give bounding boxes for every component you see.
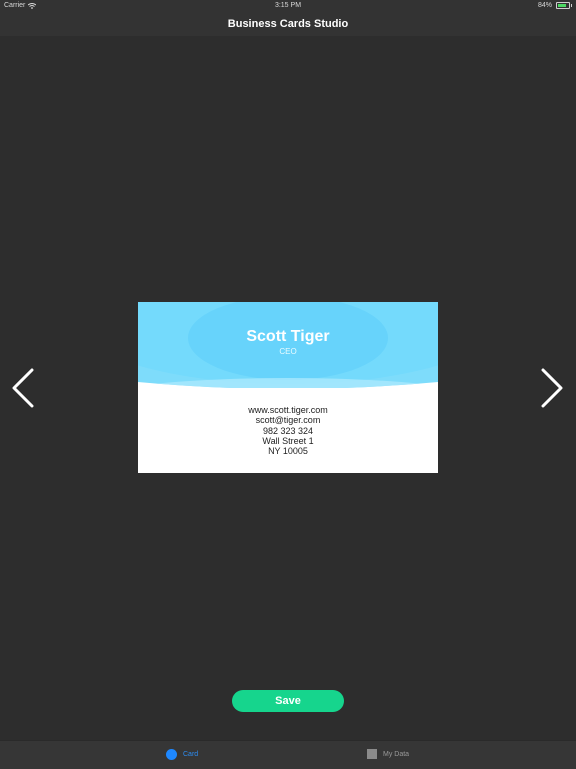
previous-card-button[interactable] bbox=[8, 368, 48, 408]
card-email: scott@tiger.com bbox=[255, 415, 321, 426]
tab-bar: Card My Data bbox=[0, 740, 576, 769]
circle-icon bbox=[166, 749, 177, 760]
card-city: NY 10005 bbox=[268, 446, 308, 457]
page-title: Business Cards Studio bbox=[227, 18, 349, 30]
chevron-left-icon bbox=[12, 368, 34, 408]
card-person-title: CEO bbox=[279, 347, 297, 356]
card-phone: 982 323 324 bbox=[262, 425, 314, 436]
status-time: 3:15 PM bbox=[274, 2, 302, 9]
chevron-right-icon bbox=[541, 368, 563, 408]
business-card-preview: Scott Tiger CEO www.scott.tiger.com scot… bbox=[138, 302, 438, 473]
navigation-bar: Business Cards Studio bbox=[0, 12, 576, 36]
card-website: www.scott.tiger.com bbox=[248, 405, 328, 415]
status-bar: Carrier 3:15 PM 84% bbox=[0, 0, 576, 12]
battery-info: 84% bbox=[537, 2, 572, 9]
next-card-button[interactable] bbox=[531, 368, 571, 408]
tab-card-label: Card bbox=[183, 751, 199, 758]
tab-card[interactable]: Card bbox=[166, 749, 198, 760]
save-button[interactable]: Save bbox=[232, 690, 344, 712]
tab-my-data[interactable]: My Data bbox=[367, 749, 409, 759]
card-person-name: Scott Tiger bbox=[246, 328, 330, 345]
battery-icon bbox=[556, 2, 572, 9]
square-icon bbox=[367, 749, 377, 759]
card-contact-info: www.scott.tiger.com scott@tiger.com 982 … bbox=[138, 405, 438, 456]
battery-percent: 84% bbox=[537, 2, 552, 9]
card-street: Wall Street 1 bbox=[262, 435, 314, 446]
tab-my-data-label: My Data bbox=[383, 750, 410, 758]
